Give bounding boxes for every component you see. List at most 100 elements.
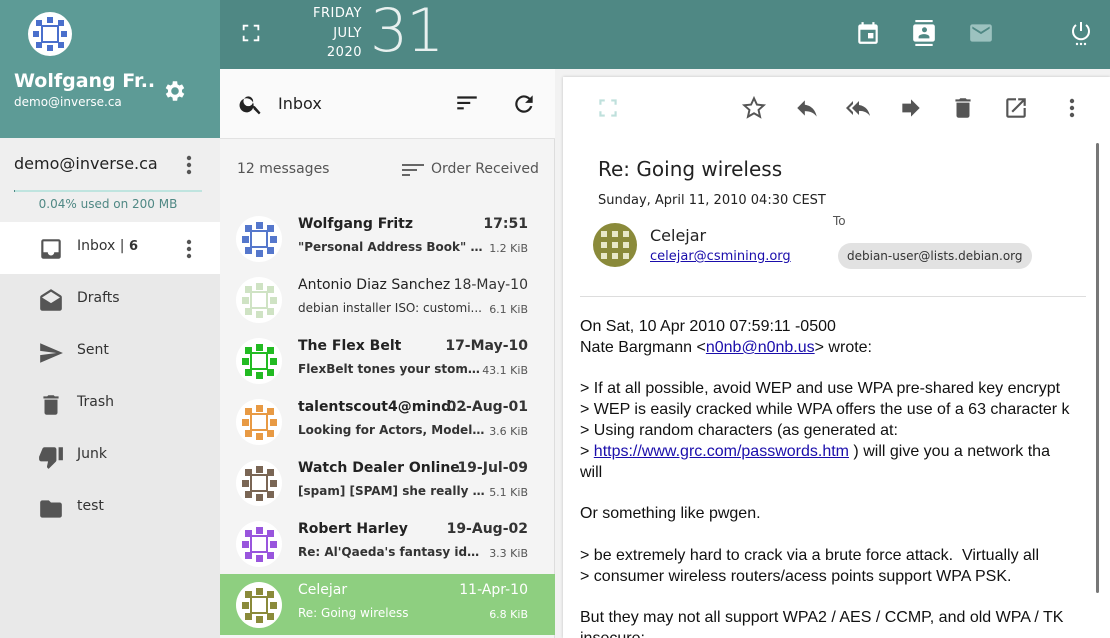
sidebar-header: Wolfgang Fr... demo@inverse.ca [0, 0, 220, 138]
search-icon[interactable] [238, 91, 264, 117]
mailbox-title: Inbox [278, 94, 322, 113]
reply-all-icon[interactable] [846, 95, 872, 121]
list-item[interactable]: Robert Harley 19-Aug-02 Re: Al'Qaeda's fan… [220, 513, 555, 574]
message-date: 17:51 [483, 216, 528, 232]
sender-email-link[interactable]: celejar@csmining.org [650, 249, 791, 264]
open-in-new-icon[interactable] [1003, 95, 1029, 121]
sidebar-item-junk[interactable]: Junk [0, 430, 220, 482]
account-name[interactable]: demo@inverse.ca [14, 154, 158, 173]
mail-subject: Re: Going wireless [598, 157, 783, 181]
message-subject: Looking for Actors, Models, S... [298, 423, 486, 437]
message-date: 11-Apr-10 [459, 582, 528, 598]
to-label: To [833, 214, 846, 228]
more-vert-icon[interactable] [180, 236, 198, 262]
more-vert-icon[interactable] [1059, 95, 1085, 121]
list-item[interactable]: Watch Dealer Online 19-Jul-09 [spam] [SPAM… [220, 452, 555, 513]
quota-bar [14, 190, 202, 192]
sidebar-item-label: Drafts [77, 290, 120, 306]
message-size: 6.1 KiB [489, 303, 528, 316]
folder-icon [40, 500, 62, 518]
body-line: will [580, 463, 603, 481]
message-count: 12 messages [237, 161, 330, 177]
sidebar: demo@inverse.ca 0.04% used on 200 MB Inb… [0, 138, 220, 638]
calendar-icon[interactable] [855, 20, 881, 46]
recipient-chip[interactable]: debian-user@lists.debian.org [838, 243, 1032, 269]
url-link[interactable]: https://www.grc.com/passwords.htm [594, 443, 849, 460]
list-item[interactable]: Celejar 11-Apr-10 Re: Going wireless 6.8 Ki… [220, 574, 555, 635]
message-viewer: Re: Going wireless Sunday, April 11, 201… [563, 77, 1110, 638]
user-email: demo@inverse.ca [14, 95, 122, 109]
list-item[interactable]: talentscout4@mind... 02-Aug-01 Looking for… [220, 391, 555, 452]
sidebar-item-drafts[interactable]: Drafts [0, 274, 220, 326]
account-row: demo@inverse.ca 0.04% used on 200 MB [0, 138, 220, 222]
avatar [236, 521, 282, 567]
viewer-scrollbar[interactable] [1096, 143, 1099, 593]
delete-icon[interactable] [950, 95, 976, 121]
sender-name: Celejar [650, 226, 707, 245]
inbox-icon [41, 239, 61, 259]
message-sender: Celejar [298, 582, 348, 598]
expand-icon[interactable] [595, 95, 621, 121]
reply-icon[interactable] [794, 95, 820, 121]
send-icon [40, 343, 63, 363]
sidebar-item-label: test [77, 498, 104, 514]
sidebar-item-label: Inbox | 6 [77, 238, 138, 254]
quota-fill [14, 190, 15, 192]
list-item[interactable]: Antonio Diaz Sanchez 18-May-10 debian inst… [220, 269, 555, 330]
body-line: insecure: [580, 630, 645, 638]
list-item[interactable]: The Flex Belt 17-May-10 FlexBelt tones you… [220, 330, 555, 391]
message-size: 6.8 KiB [489, 608, 528, 621]
message-date: 17-May-10 [445, 338, 528, 354]
order-label[interactable]: Order Received [431, 161, 539, 177]
sidebar-item-trash[interactable]: Trash [0, 378, 220, 430]
list-toolbar: Inbox [220, 69, 555, 139]
inbox-unread-count: 6 [128, 239, 138, 254]
logo-icon [28, 12, 72, 56]
sidebar-item-sent[interactable]: Sent [0, 326, 220, 378]
body-line: > Using random characters (as generated … [580, 421, 898, 439]
year-label: 2020 [326, 45, 362, 60]
gear-icon[interactable] [162, 78, 188, 104]
message-date: 02-Aug-01 [446, 399, 528, 415]
list-item[interactable]: Wolfgang Fritz 17:51 "Personal Address Boo… [220, 208, 555, 269]
star-icon[interactable] [741, 95, 767, 121]
body-line: > If at all possible, avoid WEP and use … [580, 380, 1061, 398]
body-line: > consumer wireless routers/acess points… [580, 567, 1012, 585]
user-name: Wolfgang Fr... [14, 70, 154, 92]
sidebar-item-test[interactable]: test [0, 482, 220, 534]
body-line: ) will give you a network tha [848, 442, 1050, 460]
weekday-label: FRIDAY [313, 6, 362, 21]
mail-icon[interactable] [968, 20, 994, 46]
sort-order-icon[interactable] [402, 161, 424, 179]
message-subject: FlexBelt tones your stomach... [298, 362, 486, 376]
sidebar-item-inbox[interactable]: Inbox | 6 [0, 222, 220, 274]
message-subject: Re: Al'Qaeda's fantasy ideolo... [298, 545, 486, 559]
contacts-icon[interactable] [911, 20, 937, 46]
sort-icon[interactable] [454, 91, 480, 117]
quota-text: 0.04% used on 200 MB [38, 197, 178, 211]
refresh-icon[interactable] [511, 91, 537, 117]
date-block: FRIDAY JULY 2020 [282, 4, 362, 63]
message-sender: Watch Dealer Online [298, 460, 460, 476]
sidebar-item-label: Junk [77, 446, 107, 462]
fullscreen-icon[interactable] [240, 22, 262, 44]
month-label: JULY [333, 25, 362, 41]
body-line: > be extremely hard to crack via a brute… [580, 546, 1040, 564]
power-icon[interactable] [1068, 20, 1094, 46]
email-link[interactable]: n0nb@n0nb.us [706, 339, 815, 356]
mail-date: Sunday, April 11, 2010 04:30 CEST [598, 193, 826, 208]
more-vert-icon[interactable] [180, 152, 198, 178]
inbox-label: Inbox [77, 238, 116, 254]
body-line: But they may not all support WPA2 / AES … [580, 609, 1064, 627]
message-date: 18-May-10 [453, 277, 528, 293]
body-line: Or something like pwgen. [580, 505, 761, 523]
message-subject: debian installer ISO: customi... [298, 301, 482, 315]
message-size: 3.3 KiB [489, 547, 528, 560]
message-sender: Wolfgang Fritz [298, 216, 413, 232]
forward-icon[interactable] [898, 95, 924, 121]
body-line: > wrote: [814, 338, 872, 356]
body-line: Nate Bargmann < [580, 338, 706, 356]
message-size: 3.6 KiB [489, 425, 528, 438]
avatar [236, 399, 282, 445]
message-date: 19-Jul-09 [457, 460, 528, 476]
